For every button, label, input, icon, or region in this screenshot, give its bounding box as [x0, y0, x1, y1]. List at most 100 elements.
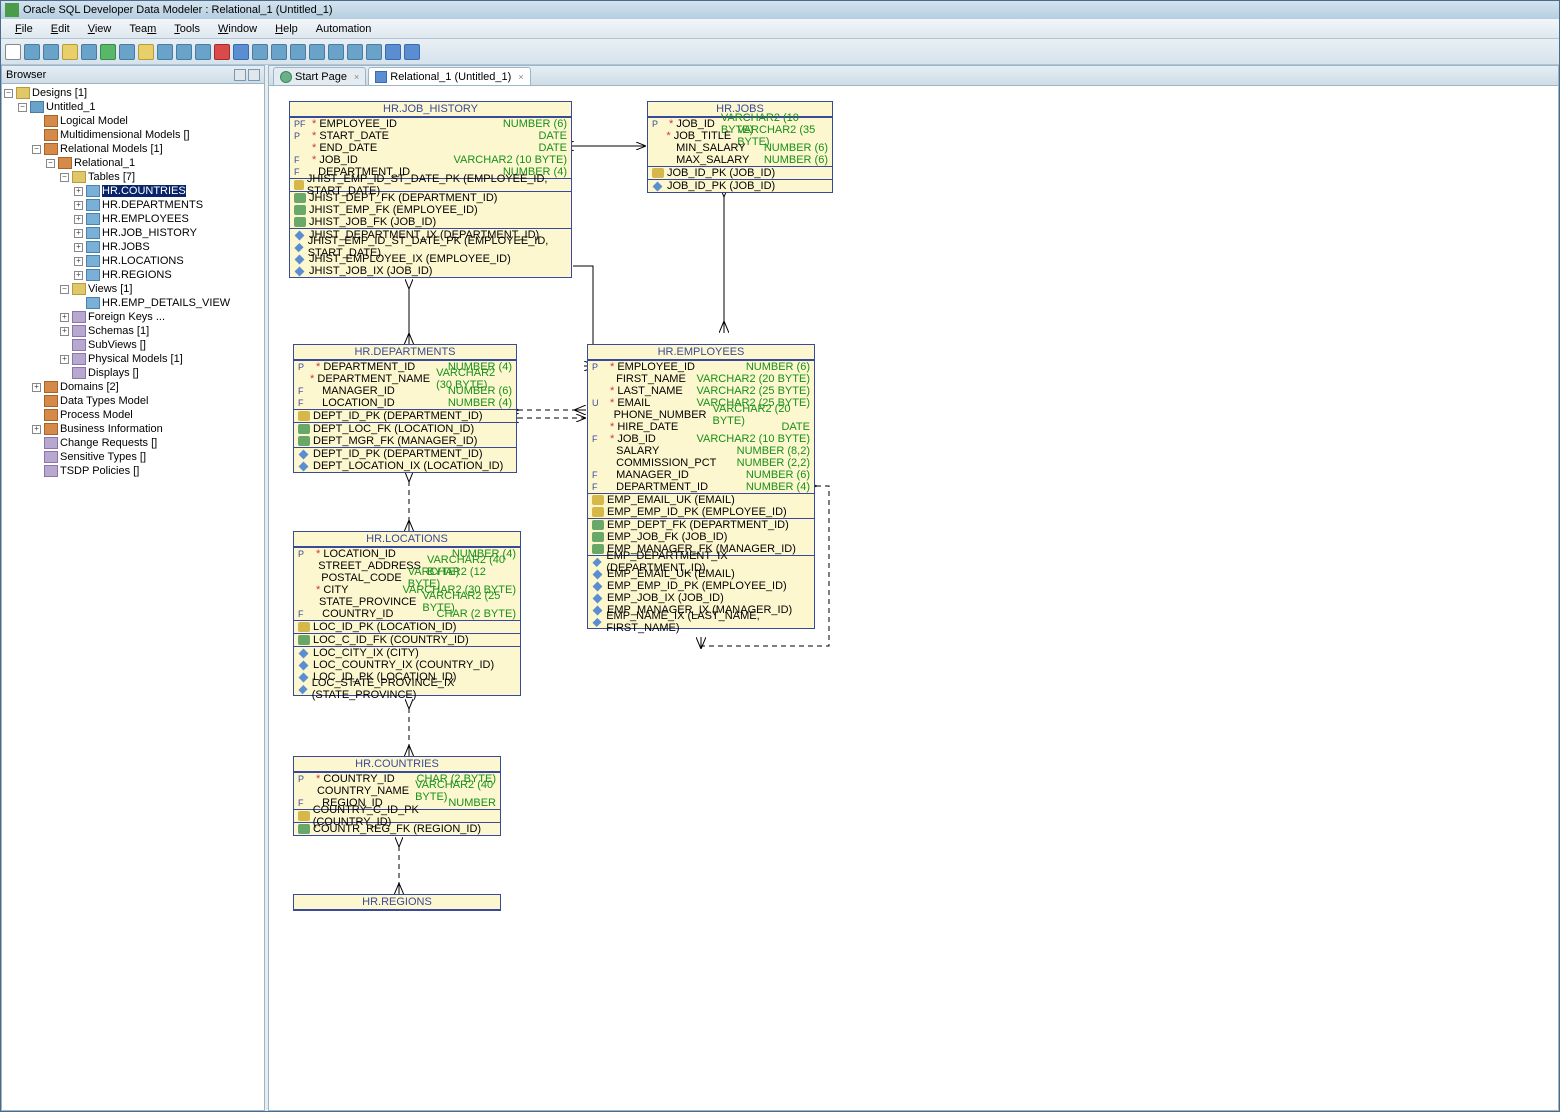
menu-help[interactable]: Help	[267, 21, 306, 37]
diagram-canvas[interactable]: HR.JOB_HISTORY PF* EMPLOYEE_IDNUMBER (6)…	[269, 86, 1558, 1110]
tree-domains[interactable]: +Domains [2]	[2, 380, 264, 394]
column-row: COMMISSION_PCTNUMBER (2,2)	[588, 457, 814, 469]
key-row: EMP_JOB_FK (JOB_ID)	[588, 531, 814, 543]
key-row: DEPT_LOC_FK (LOCATION_ID)	[294, 423, 516, 435]
browser-tree[interactable]: −Designs [1] −Untitled_1 −Logical Model …	[2, 84, 264, 1110]
column-row: STATE_PROVINCEVARCHAR2 (25 BYTE)	[294, 596, 520, 608]
menu-edit[interactable]: Edit	[43, 21, 78, 37]
menu-view[interactable]: View	[80, 21, 120, 37]
key-row: JHIST_EMP_FK (EMPLOYEE_ID)	[290, 204, 571, 216]
tree-schemas[interactable]: +Schemas [1]	[2, 324, 264, 338]
tree-fks[interactable]: +Foreign Keys ...	[2, 310, 264, 324]
tool-zoomout-icon[interactable]	[271, 44, 287, 60]
tree-designs[interactable]: −Designs [1]	[2, 86, 264, 100]
tool-forward-icon[interactable]	[404, 44, 420, 60]
key-row: JOB_ID_PK (JOB_ID)	[648, 180, 832, 192]
key-row: JHIST_JOB_IX (JOB_ID)	[290, 265, 571, 277]
tab-relational[interactable]: Relational_1 (Untitled_1)×	[368, 67, 530, 85]
column-row: * LAST_NAMEVARCHAR2 (25 BYTE)	[588, 385, 814, 397]
key-row: DEPT_ID_PK (DEPARTMENT_ID)	[294, 448, 516, 460]
browser-title: Browser	[6, 69, 46, 81]
tree-logical[interactable]: −Logical Model	[2, 114, 264, 128]
close-icon[interactable]: ×	[518, 72, 523, 82]
maximize-icon[interactable]	[248, 69, 260, 81]
tool-fit-icon[interactable]	[290, 44, 306, 60]
tree-untitled[interactable]: −Untitled_1	[2, 100, 264, 114]
tree-datatypes[interactable]: +Data Types Model	[2, 394, 264, 408]
tool-c-icon[interactable]	[347, 44, 363, 60]
column-row: * JOB_TITLEVARCHAR2 (35 BYTE)	[648, 130, 832, 142]
tree-sensitive[interactable]: +Sensitive Types []	[2, 450, 264, 464]
key-row: EMP_DEPT_FK (DEPARTMENT_ID)	[588, 519, 814, 531]
tool-save-icon[interactable]	[157, 44, 173, 60]
tool-open-icon[interactable]	[138, 44, 154, 60]
entity-jobs[interactable]: HR.JOBS P* JOB_IDVARCHAR2 (10 BYTE)* JOB…	[647, 101, 833, 193]
tool-image-icon[interactable]	[195, 44, 211, 60]
key-row: EMP_EMP_ID_PK (EMPLOYEE_ID)	[588, 506, 814, 518]
tool-object-icon[interactable]	[43, 44, 59, 60]
tree-locations[interactable]: +HR.LOCATIONS	[2, 254, 264, 268]
tree-empdetails[interactable]: +HR.EMP_DETAILS_VIEW	[2, 296, 264, 310]
tree-business[interactable]: +Business Information	[2, 422, 264, 436]
app-icon	[5, 3, 19, 17]
tree-multidim[interactable]: −Multidimensional Models []	[2, 128, 264, 142]
tool-b-icon[interactable]	[328, 44, 344, 60]
column-row: COUNTRY_NAMEVARCHAR2 (40 BYTE)	[294, 785, 500, 797]
tree-physical[interactable]: +Physical Models [1]	[2, 352, 264, 366]
tree-jobhistory[interactable]: +HR.JOB_HISTORY	[2, 226, 264, 240]
key-row: LOC_CITY_IX (CITY)	[294, 647, 520, 659]
tool-a-icon[interactable]	[309, 44, 325, 60]
menubar[interactable]: File Edit View Team Tools Window Help Au…	[1, 19, 1559, 39]
pin-icon[interactable]	[234, 69, 246, 81]
tool-nav-icon[interactable]	[233, 44, 249, 60]
tree-rel1[interactable]: −Relational_1	[2, 156, 264, 170]
entity-countries[interactable]: HR.COUNTRIES P* COUNTRY_IDCHAR (2 BYTE) …	[293, 756, 501, 836]
column-row: SALARYNUMBER (8,2)	[588, 445, 814, 457]
column-row: F LOCATION_IDNUMBER (4)	[294, 397, 516, 409]
column-row: MIN_SALARYNUMBER (6)	[648, 142, 832, 154]
key-row: JHIST_EMP_ID_ST_DATE_PK (EMPLOYEE_ID, ST…	[290, 179, 571, 191]
tree-departments[interactable]: +HR.DEPARTMENTS	[2, 198, 264, 212]
tool-link-icon[interactable]	[81, 44, 97, 60]
tree-displays[interactable]: +Displays []	[2, 366, 264, 380]
tree-process[interactable]: +Process Model	[2, 408, 264, 422]
tab-startpage[interactable]: Start Page×	[273, 67, 366, 85]
tree-tables[interactable]: −Tables [7]	[2, 170, 264, 184]
menu-file[interactable]: File	[7, 21, 41, 37]
menu-team[interactable]: Team	[121, 21, 164, 37]
tool-folder-icon[interactable]	[62, 44, 78, 60]
tree-countries[interactable]: +HR.COUNTRIES	[2, 184, 264, 198]
tree-changereq[interactable]: +Change Requests []	[2, 436, 264, 450]
tree-subviews[interactable]: +SubViews []	[2, 338, 264, 352]
tool-select-icon[interactable]	[5, 44, 21, 60]
tree-jobs[interactable]: +HR.JOBS	[2, 240, 264, 254]
entity-departments[interactable]: HR.DEPARTMENTS P* DEPARTMENT_IDNUMBER (4…	[293, 344, 517, 473]
tree-employees[interactable]: +HR.EMPLOYEES	[2, 212, 264, 226]
menu-tools[interactable]: Tools	[166, 21, 208, 37]
tree-relmodels[interactable]: −Relational Models [1]	[2, 142, 264, 156]
tree-tsdp[interactable]: +TSDP Policies []	[2, 464, 264, 478]
tool-new-icon[interactable]	[176, 44, 192, 60]
entity-title: HR.EMPLOYEES	[588, 345, 814, 360]
menu-window[interactable]: Window	[210, 21, 265, 37]
diagram-area: Start Page× Relational_1 (Untitled_1)×	[268, 65, 1559, 1111]
tool-arrow-right-icon[interactable]	[100, 44, 116, 60]
close-icon[interactable]: ×	[354, 72, 359, 82]
tool-grid-icon[interactable]	[24, 44, 40, 60]
column-row: FIRST_NAMEVARCHAR2 (20 BYTE)	[588, 373, 814, 385]
entity-employees[interactable]: HR.EMPLOYEES P* EMPLOYEE_IDNUMBER (6) FI…	[587, 344, 815, 629]
tool-zoomin-icon[interactable]	[252, 44, 268, 60]
tree-regions[interactable]: +HR.REGIONS	[2, 268, 264, 282]
tool-delete-icon[interactable]	[214, 44, 230, 60]
entity-locations[interactable]: HR.LOCATIONS P* LOCATION_IDNUMBER (4) ST…	[293, 531, 521, 696]
tool-d-icon[interactable]	[366, 44, 382, 60]
tree-views[interactable]: −Views [1]	[2, 282, 264, 296]
entity-regions[interactable]: HR.REGIONS	[293, 894, 501, 911]
tool-sync-icon[interactable]	[119, 44, 135, 60]
menu-automation[interactable]: Automation	[308, 21, 380, 37]
titlebar: Oracle SQL Developer Data Modeler : Rela…	[1, 1, 1559, 19]
key-row: EMP_NAME_IX (LAST_NAME, FIRST_NAME)	[588, 616, 814, 628]
tool-back-icon[interactable]	[385, 44, 401, 60]
entity-job-history[interactable]: HR.JOB_HISTORY PF* EMPLOYEE_IDNUMBER (6)…	[289, 101, 572, 278]
column-row: * DEPARTMENT_NAMEVARCHAR2 (30 BYTE)	[294, 373, 516, 385]
